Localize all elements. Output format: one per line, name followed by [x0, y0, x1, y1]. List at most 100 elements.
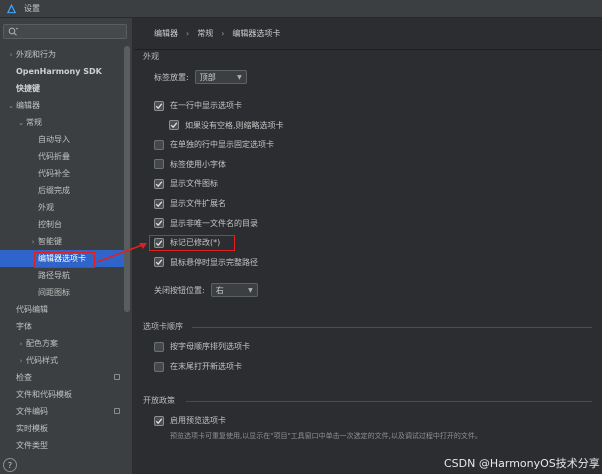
watermark-text: CSDN @HarmonyOS技术分享 [444, 457, 600, 470]
breadcrumb-separator-icon: › [221, 29, 225, 38]
title-bar: 设置 [0, 0, 602, 18]
option-row[interactable]: 鼠标悬停时显示完整路径 [154, 257, 258, 268]
sidebar-item[interactable]: 快捷键 [0, 80, 126, 97]
sidebar-item[interactable]: OpenHarmony SDK [0, 63, 126, 80]
chevron-down-icon: ▼ [248, 286, 253, 294]
option-row[interactable]: 标签使用小字体 [154, 159, 226, 170]
option-row[interactable]: 在一行中显示选项卡 [154, 100, 242, 111]
option-label: 在一行中显示选项卡 [170, 101, 242, 110]
checkbox-unchecked[interactable] [154, 159, 164, 170]
sidebar-item-label: 控制台 [38, 220, 62, 229]
highlight-marker [34, 252, 95, 268]
sidebar-item[interactable]: 代码补全 [0, 165, 126, 182]
sidebar-item[interactable]: 文件和代码模板 [0, 386, 126, 403]
checkbox-unchecked[interactable] [154, 139, 164, 150]
sidebar-item[interactable]: 控制台 [0, 216, 126, 233]
sidebar-item[interactable]: 路径导航 [0, 267, 126, 284]
sidebar-scrollbar[interactable] [124, 46, 130, 312]
sidebar-item-label: 自动导入 [38, 135, 70, 144]
sidebar-item-label: 编辑器 [16, 101, 40, 110]
sidebar-item[interactable]: 文件编码 [0, 403, 126, 420]
sidebar-item-label: 实时模板 [16, 424, 48, 433]
sidebar-item-label: 文件编码 [16, 407, 48, 416]
sidebar-item-label: OpenHarmony SDK [16, 67, 102, 76]
option-row[interactable]: 显示非唯一文件名的目录 [154, 218, 258, 229]
option-label: 显示非唯一文件名的目录 [170, 218, 258, 228]
section-title-tab-order: 选项卡顺序 [143, 322, 183, 331]
breadcrumb: 编辑器 › 常规 › 编辑器选项卡 [154, 28, 280, 39]
chevron-right-icon[interactable]: › [28, 238, 38, 246]
checkbox-checked[interactable] [154, 218, 164, 229]
sidebar-item-label: 快捷键 [16, 84, 40, 93]
tab-placement-value: 顶部 [199, 72, 216, 82]
sidebar-item[interactable]: 字体 [0, 318, 126, 335]
checkbox-checked[interactable] [169, 120, 179, 131]
tab-placement-row: 标签放置: 顶部 ▼ [154, 70, 247, 84]
sidebar-item[interactable]: 检查 [0, 369, 126, 386]
app-logo-icon [6, 3, 17, 14]
sidebar-item-label: 文件和代码模板 [16, 390, 72, 399]
close-button-label: 关闭按钮位置: [154, 285, 205, 295]
section-title-opening-policy: 开放政策 [143, 396, 175, 405]
sidebar-item[interactable]: 实时模板 [0, 420, 126, 437]
chevron-right-icon[interactable]: › [16, 340, 26, 348]
option-label: 启用预览选项卡 [170, 416, 226, 425]
sidebar-item-label: 间距图标 [38, 288, 70, 297]
sidebar-item[interactable]: 间距图标 [0, 284, 126, 301]
option-label: 如果没有空格,则缩略选项卡 [185, 120, 284, 130]
sidebar-item[interactable]: 代码编辑 [0, 301, 126, 318]
option-label: 在单独的行中显示固定选项卡 [170, 140, 274, 150]
sidebar-item-label: 外观 [38, 203, 54, 212]
sidebar-item[interactable]: ⌄ 常规 [0, 114, 126, 131]
option-row[interactable]: 按字母顺序排列选项卡 [154, 341, 250, 352]
option-label: 显示文件图标 [170, 179, 218, 189]
sidebar-item-label: 检查 [16, 373, 32, 382]
sidebar-item[interactable]: › 外观和行为 [0, 46, 126, 63]
tab-placement-select[interactable]: 顶部 ▼ [194, 70, 247, 84]
option-row[interactable]: 在末尾打开新选项卡 [154, 361, 242, 372]
checkbox-checked[interactable] [154, 198, 164, 209]
search-icon [8, 27, 18, 36]
chevron-right-icon[interactable]: › [6, 51, 16, 59]
sidebar-item[interactable]: 文件类型 [0, 437, 126, 454]
checkbox-unchecked[interactable] [154, 341, 164, 352]
section-divider [192, 327, 592, 328]
sidebar-item-label: 代码样式 [26, 356, 58, 365]
sidebar-item[interactable]: 代码折叠 [0, 148, 126, 165]
checkbox-checked[interactable] [154, 100, 164, 111]
option-row[interactable]: 显示文件图标 [154, 178, 218, 189]
chevron-down-icon[interactable]: ⌄ [16, 119, 26, 127]
search-input[interactable] [3, 24, 127, 39]
section-title-appearance: 外观 [143, 52, 159, 61]
breadcrumb-separator-icon: › [186, 29, 190, 38]
option-row[interactable]: 启用预览选项卡 [154, 415, 226, 426]
sidebar-item[interactable]: › 代码样式 [0, 352, 126, 369]
sidebar-item-label: 配色方案 [26, 339, 58, 348]
sidebar-item-label: 路径导航 [38, 271, 70, 280]
checkbox-checked[interactable] [154, 415, 164, 426]
sidebar-item[interactable]: 自动导入 [0, 131, 126, 148]
preview-tab-note: 预览选项卡可重复使用,以显示在"项目"工具窗口中单击一次选定的文件,以及调试过程… [170, 432, 482, 440]
sidebar-item[interactable]: ⌄ 编辑器 [0, 97, 126, 114]
option-row[interactable]: 在单独的行中显示固定选项卡 [154, 139, 274, 150]
help-button[interactable]: ? [3, 458, 17, 472]
checkbox-checked[interactable] [154, 257, 164, 268]
chevron-down-icon[interactable]: ⌄ [6, 102, 16, 110]
option-label: 鼠标悬停时显示完整路径 [170, 257, 258, 267]
sidebar-item[interactable]: 后缀完成 [0, 182, 126, 199]
project-scope-icon [114, 408, 120, 414]
sidebar-item[interactable]: › 配色方案 [0, 335, 126, 352]
breadcrumb-item[interactable]: 常规 [197, 28, 213, 39]
checkbox-checked[interactable] [154, 178, 164, 189]
checkbox-unchecked[interactable] [154, 361, 164, 372]
option-row[interactable]: 如果没有空格,则缩略选项卡 [169, 120, 284, 131]
close-button-select[interactable]: 右 ▼ [210, 283, 258, 297]
breadcrumb-item[interactable]: 编辑器 [154, 28, 178, 39]
chevron-right-icon[interactable]: › [16, 357, 26, 365]
option-label: 按字母顺序排列选项卡 [170, 342, 250, 351]
option-label: 在末尾打开新选项卡 [170, 362, 242, 371]
close-button-row: 关闭按钮位置: 右 ▼ [154, 283, 258, 297]
tab-placement-label: 标签放置: [154, 72, 189, 82]
sidebar-item[interactable]: 外观 [0, 199, 126, 216]
option-row[interactable]: 显示文件扩展名 [154, 198, 226, 209]
